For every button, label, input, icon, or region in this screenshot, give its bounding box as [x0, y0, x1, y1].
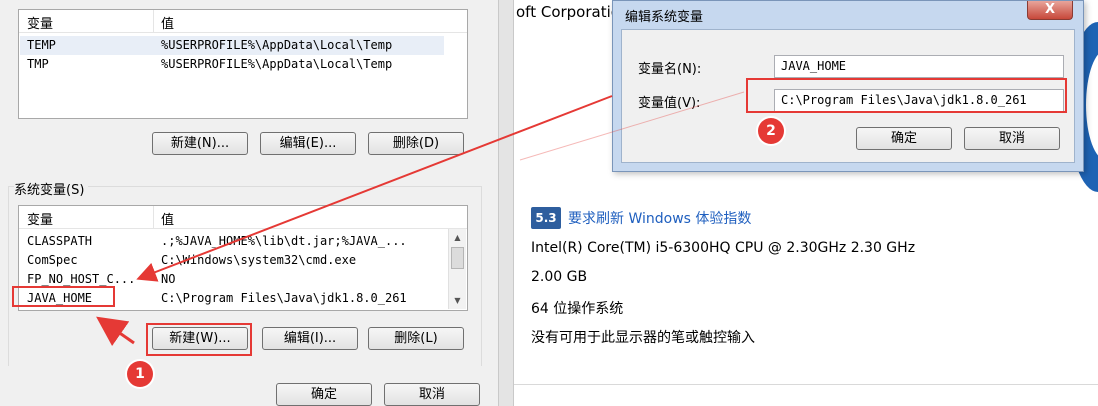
annotation-arrows — [96, 91, 745, 347]
step-2-badge: 2 — [758, 118, 784, 144]
arrow-to-value-field — [519, 91, 745, 161]
arrow-to-new-button — [96, 316, 135, 347]
step-1-badge: 1 — [127, 361, 153, 387]
arrow-to-java-home — [136, 95, 613, 282]
